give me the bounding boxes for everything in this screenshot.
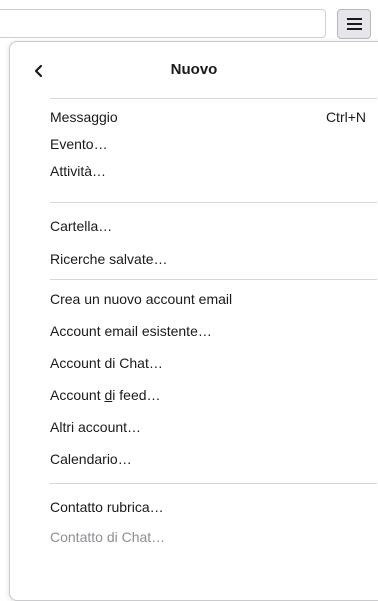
menu-item-account-email-esistente[interactable]: Account email esistente… (50, 317, 366, 345)
menu-item-contatto-chat: Contatto di Chat… (50, 523, 366, 551)
menu-item-account-feed[interactable]: Account di feed… (50, 381, 366, 409)
menu-item-calendario[interactable]: Calendario… (50, 445, 366, 473)
search-input[interactable] (0, 9, 326, 38)
menu-item-label: Calendario… (50, 451, 132, 467)
panel-title: Nuovo (170, 61, 218, 78)
menu-item-label: Contatto rubrica… (50, 499, 164, 515)
menu-item-label: Altri account… (50, 419, 142, 435)
menu-item-label: Messaggio (50, 109, 118, 125)
menu-item-altri-account[interactable]: Altri account… (50, 413, 366, 441)
separator (50, 483, 377, 484)
hamburger-menu-icon (347, 18, 362, 30)
menu-item-shortcut: Ctrl+N (325, 109, 366, 125)
separator (50, 98, 377, 99)
menu-item-cartella[interactable]: Cartella… (50, 212, 366, 240)
menu-item-label: Cartella… (50, 218, 113, 234)
menu-item-label: Attività… (50, 163, 107, 179)
menu-item-evento[interactable]: Evento… (50, 130, 366, 158)
panel-header: Nuovo (10, 42, 378, 98)
menu-item-label: Account di Chat… (50, 355, 163, 371)
separator (50, 202, 377, 203)
menu-item-contatto-rubrica[interactable]: Contatto rubrica… (50, 493, 366, 521)
menu-item-label-post: i feed… (112, 387, 161, 403)
app-menu-button[interactable] (337, 9, 371, 39)
menu-item-attivita[interactable]: Attività… (50, 157, 366, 185)
menu-item-messaggio[interactable]: Messaggio Ctrl+N (50, 103, 366, 131)
separator (50, 279, 377, 280)
menu-item-label-pre: Account (50, 387, 105, 403)
new-submenu-panel: Nuovo Messaggio Ctrl+N Evento… Attività…… (9, 41, 378, 601)
toolbar (0, 0, 378, 39)
menu-item-label: Account email esistente… (50, 323, 212, 339)
menu-item-label: Evento… (50, 136, 108, 152)
menu-item-account-chat[interactable]: Account di Chat… (50, 349, 366, 377)
menu-item-label: Ricerche salvate… (50, 251, 168, 267)
menu-item-crea-account-email[interactable]: Crea un nuovo account email (50, 285, 366, 313)
menu-item-label: Crea un nuovo account email (50, 291, 233, 307)
menu-item-ricerche-salvate[interactable]: Ricerche salvate… (50, 245, 366, 273)
menu-item-label: Contatto di Chat… (50, 529, 166, 545)
